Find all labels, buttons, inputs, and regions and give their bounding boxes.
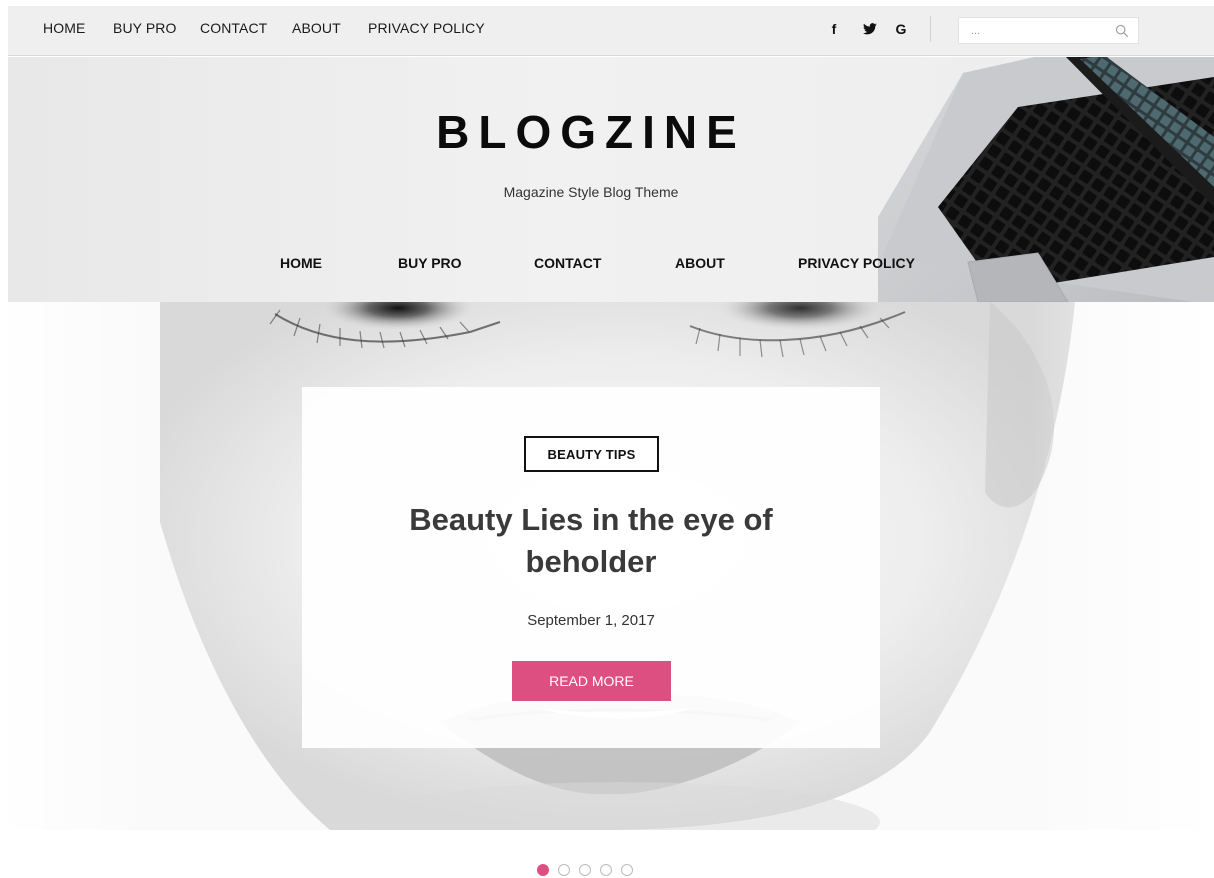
slider-dot-1[interactable] [537,864,549,876]
top-nav-about[interactable]: ABOUT [292,20,341,36]
slider-dot-4[interactable] [600,864,612,876]
magnifier-icon[interactable] [1115,24,1129,38]
search-input[interactable] [959,18,1109,43]
slider-dot-5[interactable] [621,864,633,876]
slider-dot-3[interactable] [579,864,591,876]
main-nav-home[interactable]: HOME [280,255,322,271]
social-divider [930,16,931,42]
main-nav-privacy-policy[interactable]: PRIVACY POLICY [798,255,915,271]
top-nav-contact[interactable]: CONTACT [200,20,267,36]
site-header: BLOGZINE Magazine Style Blog Theme HOME … [8,57,1214,302]
site-tagline: Magazine Style Blog Theme [503,184,679,200]
slider-dot-2[interactable] [558,864,570,876]
main-nav-buy-pro[interactable]: BUY PRO [398,255,462,271]
twitter-icon[interactable] [859,18,881,40]
hero-slider: BEAUTY TIPS Beauty Lies in the eye of be… [0,302,1214,830]
facebook-icon[interactable]: f [823,18,845,40]
top-nav-buy-pro[interactable]: BUY PRO [113,20,176,36]
top-bar: HOME BUY PRO CONTACT ABOUT PRIVACY POLIC… [8,6,1214,56]
laptop-image [878,57,1214,302]
main-nav-about[interactable]: ABOUT [675,255,725,271]
read-more-button[interactable]: READ MORE [512,661,671,701]
slider-pagination [537,864,633,878]
top-nav-home[interactable]: HOME [43,20,85,36]
slide-title[interactable]: Beauty Lies in the eye of beholder [372,499,810,583]
top-nav-privacy-policy[interactable]: PRIVACY POLICY [368,20,485,36]
site-title[interactable]: BLOGZINE [8,105,1174,159]
google-icon[interactable]: G [890,18,912,40]
main-nav-contact[interactable]: CONTACT [534,255,601,271]
slide-card: BEAUTY TIPS Beauty Lies in the eye of be… [302,387,880,748]
category-badge[interactable]: BEAUTY TIPS [524,436,659,472]
slide-date: September 1, 2017 [527,612,655,629]
search-box[interactable] [958,17,1139,44]
